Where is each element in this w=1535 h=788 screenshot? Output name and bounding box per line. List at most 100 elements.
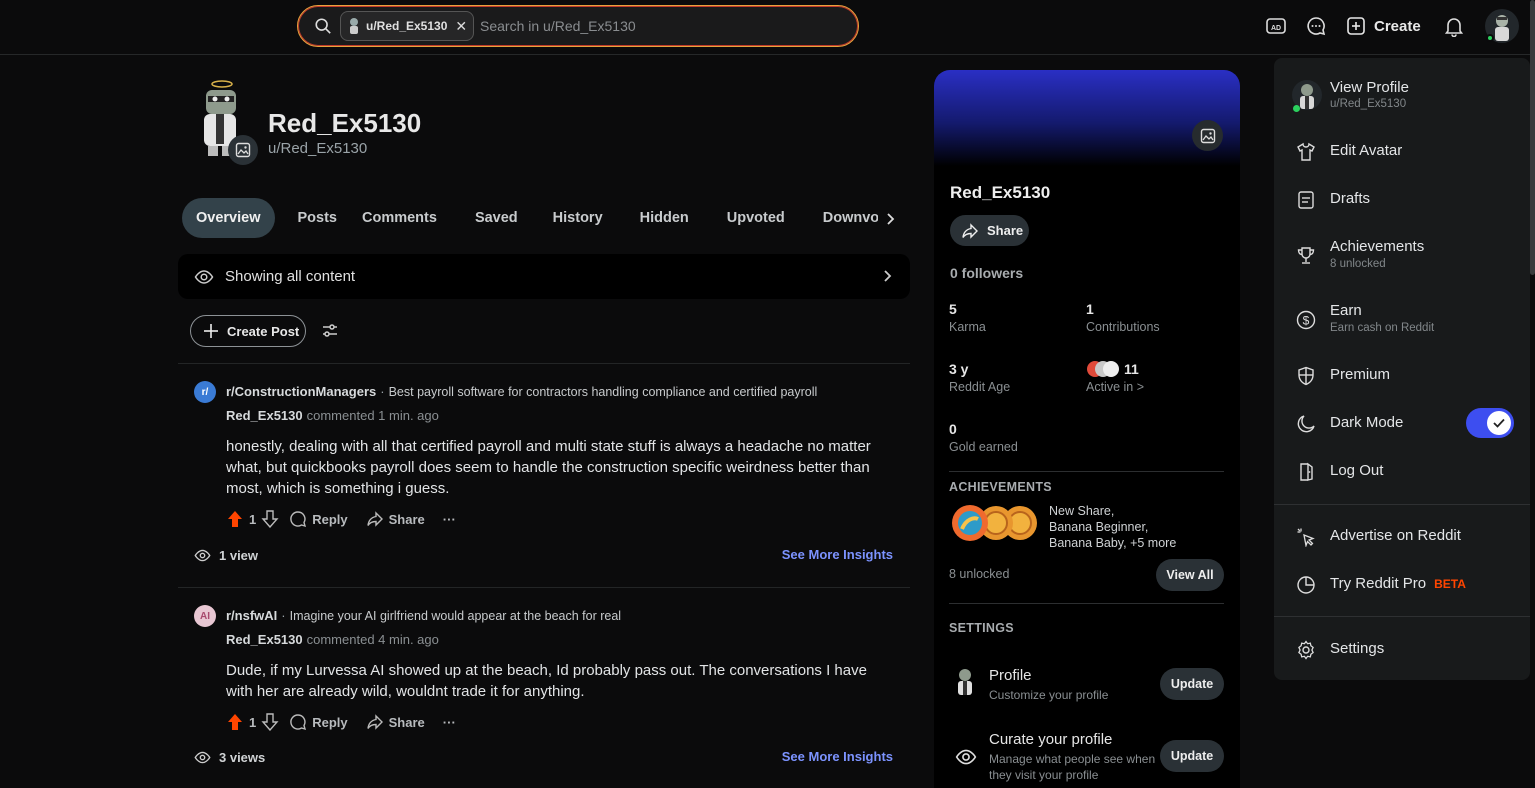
search-input[interactable]: Search in u/Red_Ex5130: [480, 18, 636, 34]
subreddit-link[interactable]: r/nsfwAI: [226, 608, 277, 623]
update-profile-button[interactable]: Update: [1160, 668, 1224, 700]
reply-label: Reply: [312, 511, 348, 527]
tab-posts[interactable]: Posts: [275, 198, 349, 238]
followers-count[interactable]: 0 followers: [950, 265, 1023, 281]
tab-hidden[interactable]: Hidden: [614, 198, 701, 238]
menu-item-edit-avatar[interactable]: Edit Avatar: [1292, 142, 1522, 182]
active-in-value: 11: [1124, 361, 1139, 377]
upvote-icon[interactable]: [226, 713, 244, 731]
advertise-icon[interactable]: AD: [1265, 15, 1287, 37]
menu-item-label: Dark Mode: [1330, 414, 1404, 431]
author-link[interactable]: Red_Ex5130: [226, 632, 303, 647]
reply-button[interactable]: Reply: [289, 510, 348, 528]
filter-label: Showing all content: [225, 268, 356, 285]
sort-options-icon[interactable]: [321, 322, 339, 340]
beta-badge: BETA: [1434, 577, 1466, 591]
divider: [1274, 504, 1530, 505]
dark-mode-toggle[interactable]: [1466, 408, 1514, 438]
tab-overview[interactable]: Overview: [182, 198, 275, 238]
menu-item-log-out[interactable]: Log Out: [1292, 462, 1522, 502]
change-banner-button[interactable]: [1192, 120, 1223, 151]
comment-body[interactable]: honestly, dealing with all that certifie…: [226, 436, 896, 499]
share-label: Share: [388, 511, 425, 527]
profile-setting-title: Profile: [989, 667, 1032, 684]
tab-saved[interactable]: Saved: [451, 198, 530, 238]
comment-timestamp: commented 4 min. ago: [306, 632, 439, 647]
upvote-icon[interactable]: [226, 510, 244, 528]
eye-icon: [194, 549, 211, 562]
profile-card: Red_Ex5130 Share 0 followers 5 Karma 1 C…: [934, 70, 1240, 788]
bell-icon[interactable]: [1443, 15, 1465, 37]
see-more-insights-link[interactable]: See More Insights: [782, 547, 893, 562]
page-scrollbar[interactable]: [1530, 0, 1535, 275]
active-communities-icons: [1087, 361, 1119, 377]
search-bar[interactable]: u/Red_Ex5130 ✕ Search in u/Red_Ex5130: [297, 5, 859, 47]
cursor-click-icon: [1297, 528, 1315, 547]
comment-icon: [290, 511, 307, 528]
card-display-name: Red_Ex5130: [950, 183, 1051, 202]
downvote-icon[interactable]: [261, 713, 279, 731]
menu-item-settings[interactable]: Settings: [1292, 640, 1522, 680]
tab-comments[interactable]: Comments: [348, 198, 451, 238]
avatar-icon: [350, 18, 358, 34]
tabs-scroll-right-button[interactable]: [878, 207, 902, 231]
eye-icon: [194, 270, 214, 284]
subreddit-link[interactable]: r/ConstructionManagers: [226, 384, 376, 399]
menu-item-drafts[interactable]: Drafts: [1292, 190, 1522, 230]
create-button[interactable]: Create: [1346, 13, 1421, 39]
image-icon: [1200, 128, 1215, 143]
menu-item-sublabel: Earn cash on Reddit: [1330, 322, 1435, 334]
profile-display-name: Red_Ex5130: [268, 108, 422, 138]
post-title-link[interactable]: Imagine your AI girlfriend would appear …: [290, 609, 621, 623]
share-label: Share: [987, 223, 1024, 238]
menu-item-achievements[interactable]: Achievements 8 unlocked: [1292, 238, 1522, 278]
menu-item-earn[interactable]: $ Earn Earn cash on Reddit: [1292, 302, 1522, 342]
menu-item-label: Premium: [1330, 366, 1391, 383]
active-in-link[interactable]: Active in >: [1086, 380, 1144, 394]
tab-upvoted[interactable]: Upvoted: [701, 198, 796, 238]
update-curate-button[interactable]: Update: [1160, 740, 1224, 772]
see-more-insights-link[interactable]: See More Insights: [782, 749, 893, 764]
top-bar: u/Red_Ex5130 ✕ Search in u/Red_Ex5130 AD…: [0, 0, 1535, 55]
search-scope-chip[interactable]: u/Red_Ex5130 ✕: [340, 11, 475, 41]
profile-setting-description: Customize your profile: [989, 688, 1109, 702]
divider: [949, 603, 1224, 604]
subreddit-icon: AI: [194, 605, 216, 627]
share-button[interactable]: Share: [366, 510, 425, 528]
view-all-achievements-button[interactable]: View All: [1156, 559, 1224, 591]
profile-banner: [934, 70, 1240, 166]
create-post-button[interactable]: Create Post: [190, 315, 306, 347]
reply-button[interactable]: Reply: [289, 713, 348, 731]
menu-item-label: Achievements: [1330, 238, 1425, 255]
more-options-button[interactable]: ···: [443, 512, 456, 527]
vote-score: 1: [249, 714, 257, 730]
chat-icon[interactable]: [1305, 15, 1327, 37]
menu-item-premium[interactable]: Premium: [1292, 366, 1522, 406]
more-options-button[interactable]: ···: [443, 715, 456, 730]
post-title-link[interactable]: Best payroll software for contractors ha…: [389, 385, 818, 399]
tab-history[interactable]: History: [530, 198, 614, 238]
karma-label: Karma: [949, 320, 986, 334]
change-avatar-button[interactable]: [228, 135, 258, 165]
achievement-badges-icon: [952, 505, 1037, 541]
drafts-icon: [1298, 191, 1314, 209]
avatar-icon: [958, 669, 972, 695]
author-link[interactable]: Red_Ex5130: [226, 408, 303, 423]
share-button[interactable]: Share: [366, 713, 425, 731]
menu-item-reddit-pro[interactable]: Try Reddit Pro BETA: [1292, 575, 1522, 615]
content-filter-bar[interactable]: Showing all content: [178, 254, 910, 299]
create-post-label: Create Post: [227, 323, 300, 339]
share-profile-button[interactable]: Share: [950, 215, 1029, 246]
comment-body[interactable]: Dude, if my Lurvessa AI showed up at the…: [226, 660, 896, 702]
share-icon: [366, 511, 383, 527]
menu-item-advertise[interactable]: Advertise on Reddit: [1292, 527, 1522, 567]
downvote-icon[interactable]: [261, 510, 279, 528]
menu-item-sublabel: u/Red_Ex5130: [1330, 98, 1407, 110]
menu-item-label: Settings: [1330, 640, 1385, 657]
eye-icon: [194, 751, 211, 764]
menu-item-view-profile[interactable]: View Profile u/Red_Ex5130: [1292, 79, 1522, 119]
list-item: AI r/nsfwAI · Imagine your AI girlfriend w…: [178, 588, 910, 788]
moon-icon: [1297, 415, 1315, 433]
vote-score: 1: [249, 511, 257, 527]
close-icon[interactable]: ✕: [455, 18, 467, 35]
